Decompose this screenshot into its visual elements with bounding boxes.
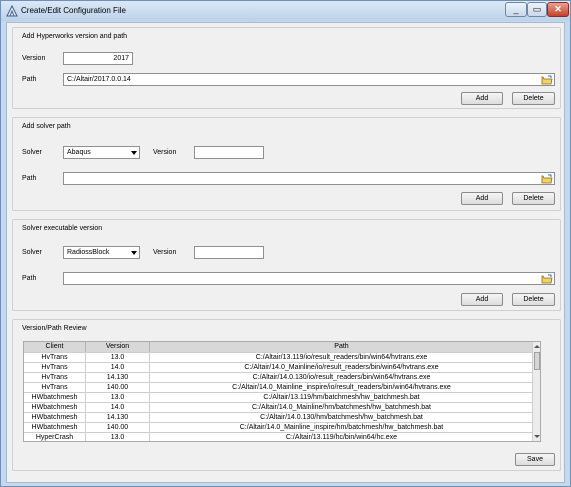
review-group-title: Version/Path Review [22,325,87,332]
review-table[interactable]: Client Version Path HvTrans 13.0 C:/Alta… [23,341,541,442]
table-scrollbar[interactable] [532,342,540,441]
table-header: Client Version Path [24,342,534,352]
hyperworks-delete-button[interactable]: Delete [512,92,555,105]
cell-path: C:/Altair/14.0_Mainline_inspire/io/resul… [150,383,534,392]
maximize-button[interactable]: ▭ [527,2,547,17]
column-header-path[interactable]: Path [150,342,534,352]
minimize-icon: _ [513,4,519,14]
minimize-button[interactable]: _ [505,2,527,17]
cell-version: 13.0 [86,433,150,441]
scroll-up-icon[interactable] [534,345,540,348]
column-header-version[interactable]: Version [86,342,150,352]
cell-version: 13.0 [86,393,150,402]
chevron-down-icon [131,251,137,255]
window-title: Create/Edit Configuration File [21,6,126,15]
cell-path: C:/Altair/14.0.130/io/result_readers/bin… [150,373,534,382]
scroll-thumb[interactable] [534,352,540,370]
cell-version: 14.0 [86,403,150,412]
table-row[interactable]: HvTrans 13.0 C:/Altair/13.119/io/result_… [24,352,534,362]
solver-path-solver-label: Solver [22,149,42,156]
cell-path: C:/Altair/14.0_Mainline/io/result_reader… [150,363,534,372]
cell-client: HWbatchmesh [24,403,86,412]
table-row[interactable]: HWbatchmesh 14.130 C:/Altair/14.0.130/hm… [24,412,534,422]
cell-version: 13.0 [86,353,150,362]
solver-exec-group: Solver executable version Solver Radioss… [12,219,561,311]
cell-version: 14.130 [86,373,150,382]
folder-open-icon[interactable] [541,273,553,284]
cell-path: C:/Altair/14.0_Mainline_inspire/hm/batch… [150,423,534,432]
cell-client: HyperCrash [24,433,86,441]
column-header-client[interactable]: Client [24,342,86,352]
table-row[interactable]: HWbatchmesh 14.0 C:/Altair/14.0_Mainline… [24,402,534,412]
cell-client: HvTrans [24,373,86,382]
app-icon [6,5,18,17]
folder-open-icon[interactable] [541,173,553,184]
close-button[interactable]: ✕ [547,2,569,17]
solver-path-path-label: Path [22,175,37,182]
save-button[interactable]: Save [515,453,555,466]
cell-client: HvTrans [24,363,86,372]
hyperworks-version-label: Version [22,55,46,62]
table-row[interactable]: HvTrans 140.00 C:/Altair/14.0_Mainline_i… [24,382,534,392]
cell-path: C:/Altair/13.119/hc/bin/win64/hc.exe [150,433,534,441]
solver-exec-version-input[interactable] [194,246,264,259]
hyperworks-group: Add Hyperworks version and path Version … [12,27,561,109]
solver-exec-solver-dropdown[interactable]: RadiossBlock [63,246,140,259]
solver-path-version-input[interactable] [194,146,264,159]
solver-exec-group-title: Solver executable version [22,225,103,232]
cell-version: 140.00 [86,383,150,392]
title-bar[interactable]: Create/Edit Configuration File _ ▭ ✕ [1,1,570,21]
table-row[interactable]: HWbatchmesh 140.00 C:/Altair/14.0_Mainli… [24,422,534,432]
hyperworks-version-input[interactable]: 2017 [63,52,133,65]
solver-exec-version-label: Version [153,249,177,256]
solver-exec-solver-label: Solver [22,249,42,256]
solver-exec-path-input[interactable] [63,272,555,285]
solver-path-solver-value: Abaqus [67,149,91,156]
cell-version: 14.130 [86,413,150,422]
solver-path-delete-button[interactable]: Delete [512,192,555,205]
solver-exec-add-button[interactable]: Add [461,293,503,306]
folder-open-icon[interactable] [541,74,553,85]
table-row[interactable]: HvTrans 14.130 C:/Altair/14.0.130/io/res… [24,372,534,382]
table-row[interactable]: HWbatchmesh 13.0 C:/Altair/13.119/hm/bat… [24,392,534,402]
solver-path-solver-dropdown[interactable]: Abaqus [63,146,140,159]
hyperworks-path-label: Path [22,76,37,83]
solver-exec-solver-value: RadiossBlock [67,249,110,256]
table-row[interactable]: HyperCrash 13.0 C:/Altair/13.119/hc/bin/… [24,432,534,441]
main-window: Create/Edit Configuration File _ ▭ ✕ Add… [0,0,571,487]
hyperworks-path-input[interactable]: C:/Altair/2017.0.0.14 [63,73,555,86]
chevron-down-icon [131,151,137,155]
maximize-icon: ▭ [532,4,542,14]
solver-exec-delete-button[interactable]: Delete [512,293,555,306]
cell-client: HWbatchmesh [24,393,86,402]
cell-path: C:/Altair/13.119/io/result_readers/bin/w… [150,353,534,362]
cell-path: C:/Altair/13.119/hm/batchmesh/hw_batchme… [150,393,534,402]
close-icon: ✕ [554,4,562,14]
cell-client: HWbatchmesh [24,423,86,432]
hyperworks-add-button[interactable]: Add [461,92,503,105]
dialog-client-area: Add Hyperworks version and path Version … [6,22,565,483]
solver-path-group-title: Add solver path [22,123,71,130]
solver-path-version-label: Version [153,149,177,156]
solver-path-group: Add solver path Solver Abaqus Version Pa… [12,117,561,211]
cell-version: 14.0 [86,363,150,372]
cell-version: 140.00 [86,423,150,432]
cell-client: HWbatchmesh [24,413,86,422]
cell-client: HvTrans [24,353,86,362]
solver-path-path-input[interactable] [63,172,555,185]
hyperworks-group-title: Add Hyperworks version and path [22,33,128,40]
scroll-down-icon[interactable] [534,435,540,438]
cell-path: C:/Altair/14.0_Mainline/hm/batchmesh/hw_… [150,403,534,412]
cell-client: HvTrans [24,383,86,392]
cell-path: C:/Altair/14.0.130/hm/batchmesh/hw_batch… [150,413,534,422]
solver-exec-path-label: Path [22,275,37,282]
solver-path-add-button[interactable]: Add [461,192,503,205]
table-row[interactable]: HvTrans 14.0 C:/Altair/14.0_Mainline/io/… [24,362,534,372]
